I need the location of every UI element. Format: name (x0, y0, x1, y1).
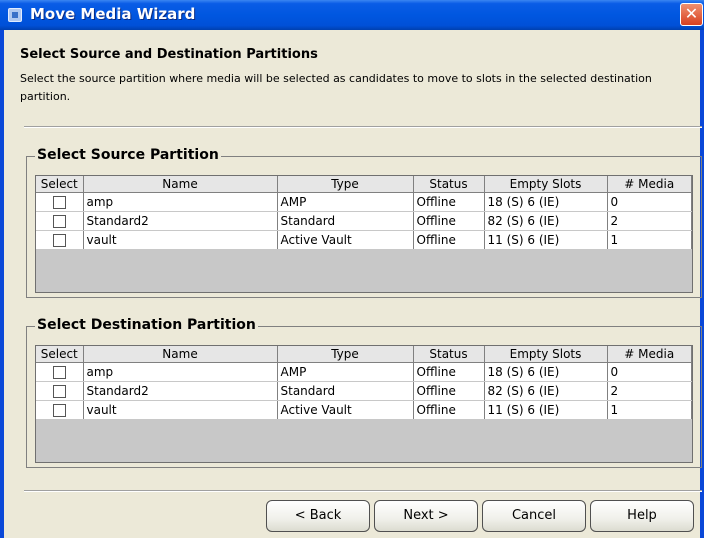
cell-type: AMP (277, 362, 414, 382)
cell-name: vault (83, 230, 278, 250)
close-button[interactable]: ✕ (680, 3, 703, 26)
cell-media: 2 (607, 381, 692, 401)
cell-empty-slots: 11 (S) 6 (IE) (484, 230, 608, 250)
select-checkbox[interactable] (52, 404, 66, 417)
cell-empty-slots: 82 (S) 6 (IE) (484, 381, 608, 401)
cell-name: amp (83, 192, 278, 212)
help-button[interactable]: Help (590, 500, 694, 532)
cell-type: Active Vault (277, 230, 414, 250)
select-checkbox[interactable] (52, 215, 66, 228)
cell-empty-slots: 82 (S) 6 (IE) (484, 211, 608, 231)
cell-type: Standard (277, 211, 414, 231)
column-header-empty-slots[interactable]: Empty Slots (484, 346, 608, 363)
cell-media: 2 (607, 211, 692, 231)
source-partition-title: Select Source Partition (35, 147, 221, 163)
table-header-row: Select Name Type Status Empty Slots # Me… (36, 346, 692, 363)
cell-media: 1 (607, 230, 692, 250)
table-row[interactable]: amp AMP Offline 18 (S) 6 (IE) 0 (36, 362, 692, 382)
app-icon (8, 8, 22, 22)
destination-partition-group: Select Destination Partition Select Name… (26, 317, 702, 468)
table-row[interactable]: Standard2 Standard Offline 82 (S) 6 (IE)… (36, 211, 692, 231)
table-row[interactable]: Standard2 Standard Offline 82 (S) 6 (IE)… (36, 381, 692, 401)
page-heading: Select Source and Destination Partitions (20, 47, 318, 62)
cell-type: Standard (277, 381, 414, 401)
column-header-select[interactable]: Select (36, 346, 84, 363)
cell-status: Offline (413, 381, 485, 401)
cell-media: 0 (607, 362, 692, 382)
cell-media: 0 (607, 192, 692, 212)
cell-name: Standard2 (83, 381, 278, 401)
cell-name: vault (83, 400, 278, 420)
select-checkbox[interactable] (52, 385, 66, 398)
column-header-media[interactable]: # Media (607, 176, 692, 193)
table-row[interactable]: amp AMP Offline 18 (S) 6 (IE) 0 (36, 192, 692, 212)
cell-empty-slots: 18 (S) 6 (IE) (484, 362, 608, 382)
bottom-divider (24, 490, 702, 492)
cell-media: 1 (607, 400, 692, 420)
table-header-row: Select Name Type Status Empty Slots # Me… (36, 176, 692, 193)
destination-partition-table: Select Name Type Status Empty Slots # Me… (35, 345, 693, 463)
cell-empty-slots: 11 (S) 6 (IE) (484, 400, 608, 420)
cancel-button[interactable]: Cancel (482, 500, 586, 532)
page-description: Select the source partition where media … (20, 72, 652, 103)
column-header-status[interactable]: Status (413, 346, 485, 363)
cell-name: Standard2 (83, 211, 278, 231)
cell-name: amp (83, 362, 278, 382)
source-partition-table: Select Name Type Status Empty Slots # Me… (35, 175, 693, 293)
cell-empty-slots: 18 (S) 6 (IE) (484, 192, 608, 212)
select-checkbox[interactable] (52, 196, 66, 209)
destination-partition-title: Select Destination Partition (35, 317, 258, 333)
column-header-empty-slots[interactable]: Empty Slots (484, 176, 608, 193)
table-row[interactable]: vault Active Vault Offline 11 (S) 6 (IE)… (36, 230, 692, 250)
cell-status: Offline (413, 211, 485, 231)
cell-type: AMP (277, 192, 414, 212)
column-header-status[interactable]: Status (413, 176, 485, 193)
cell-type: Active Vault (277, 400, 414, 420)
select-checkbox[interactable] (52, 366, 66, 379)
wizard-window: Move Media Wizard ✕ Select Source and De… (0, 0, 704, 538)
next-button[interactable]: Next > (374, 500, 478, 532)
column-header-select[interactable]: Select (36, 176, 84, 193)
top-divider (24, 126, 702, 128)
back-button[interactable]: < Back (266, 500, 370, 532)
column-header-name[interactable]: Name (83, 176, 278, 193)
column-header-type[interactable]: Type (277, 176, 414, 193)
cell-status: Offline (413, 400, 485, 420)
cell-status: Offline (413, 192, 485, 212)
window-title: Move Media Wizard (30, 5, 196, 23)
cell-status: Offline (413, 230, 485, 250)
column-header-media[interactable]: # Media (607, 346, 692, 363)
column-header-type[interactable]: Type (277, 346, 414, 363)
cell-status: Offline (413, 362, 485, 382)
column-header-name[interactable]: Name (83, 346, 278, 363)
title-bar: Move Media Wizard ✕ (0, 0, 704, 30)
source-partition-group: Select Source Partition Select Name Type… (26, 147, 702, 298)
table-row[interactable]: vault Active Vault Offline 11 (S) 6 (IE)… (36, 400, 692, 420)
select-checkbox[interactable] (52, 234, 66, 247)
